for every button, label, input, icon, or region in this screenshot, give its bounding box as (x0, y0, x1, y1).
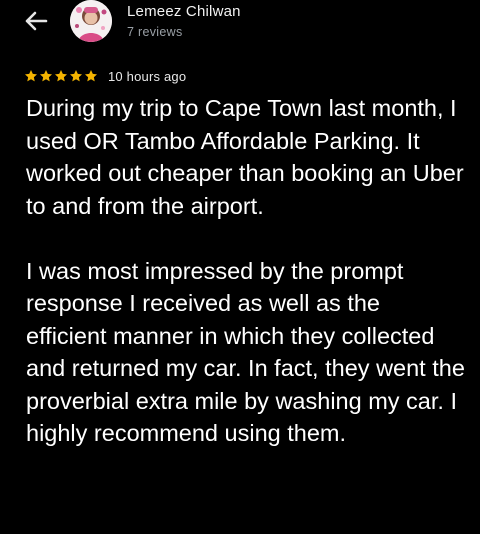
star-icon (84, 70, 98, 82)
review-paragraph-2: I was most impressed by the prompt respo… (26, 257, 465, 447)
review-header: Lemeez Chilwan 7 reviews (0, 0, 480, 56)
review-paragraph-1: During my trip to Cape Town last month, … (26, 95, 464, 219)
star-icon (24, 70, 38, 82)
star-rating (24, 69, 98, 83)
arrow-left-icon (25, 11, 48, 31)
review-time: 10 hours ago (108, 68, 187, 84)
star-icon (69, 70, 83, 82)
reviewer-name[interactable]: Lemeez Chilwan (127, 3, 241, 20)
profile-photo-icon (70, 0, 112, 42)
avatar[interactable] (70, 0, 112, 42)
review-count: 7 reviews (127, 25, 183, 39)
review-body: During my trip to Cape Town last month, … (26, 92, 466, 450)
star-icon (39, 70, 53, 82)
back-button[interactable] (18, 6, 54, 36)
rating-row: 10 hours ago (24, 66, 186, 86)
star-icon (54, 70, 68, 82)
